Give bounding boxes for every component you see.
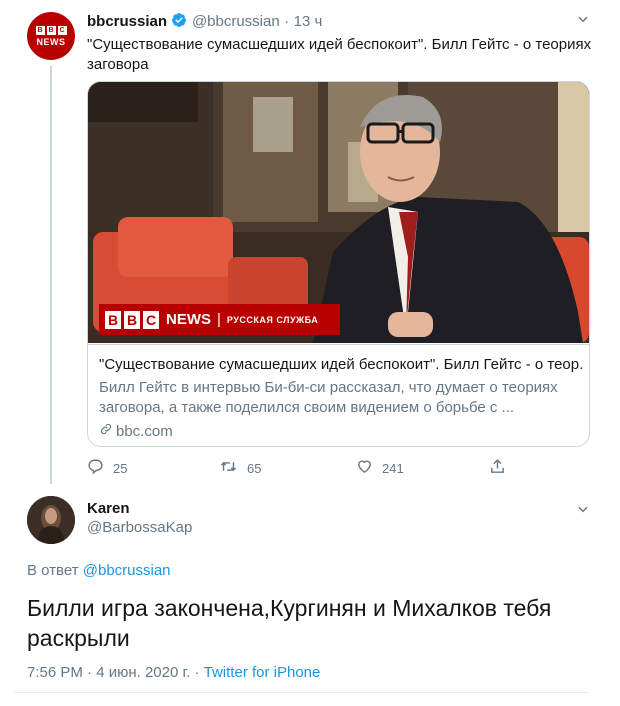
card-description-line: Билл Гейтс в интервью Би-би-си рассказал…: [99, 379, 558, 396]
bbc-news-word: NEWS: [36, 36, 66, 47]
bbc-block: B: [124, 310, 140, 329]
reply-meta: 7:56 PM · 4 июн. 2020 г. · Twitter for i…: [27, 664, 320, 681]
like-icon[interactable]: [356, 458, 373, 478]
reply-header: Karen @BarbossaKap: [87, 500, 192, 536]
verified-badge-icon: [171, 12, 187, 33]
bbc-block: B: [35, 25, 45, 35]
bbc-news-logo-banner: B B C NEWS | РУССКАЯ СЛУЖБА: [99, 304, 340, 335]
chevron-down-icon[interactable]: [576, 12, 590, 29]
in-reply-to: В ответ @bbcrussian: [27, 562, 171, 579]
author-handle[interactable]: @bbcrussian: [192, 13, 280, 30]
bbc-block: C: [57, 25, 67, 35]
logo-divider: |: [217, 311, 221, 328]
bbc-service-label: РУССКАЯ СЛУЖБА: [226, 314, 319, 325]
retweet-icon[interactable]: [219, 458, 238, 478]
reply-text: Билли игра закончена,Кургинян и Михалков…: [27, 593, 587, 653]
card-description-line: заговора, а также поделился своим видени…: [99, 399, 515, 416]
like-count: 241: [382, 460, 404, 476]
card-description: Билл Гейтс в интервью Би-би-си рассказал…: [99, 378, 584, 418]
bbc-block: B: [105, 310, 121, 329]
card-body[interactable]: "Существование сумасшедших идей беспокои…: [88, 344, 589, 440]
card-title: "Существование сумасшедших идей беспокои…: [99, 356, 584, 373]
in-reply-handle-link[interactable]: @bbcrussian: [83, 562, 171, 579]
like-action[interactable]: 241: [356, 458, 404, 478]
divider: [14, 692, 588, 693]
retweet-action[interactable]: 65: [219, 458, 261, 478]
reply-author-handle[interactable]: @BarbossaKap: [87, 519, 192, 536]
bbc-news-label: NEWS: [166, 311, 211, 328]
tweet-header: bbcrussian @bbcrussian · 13 ч: [87, 12, 322, 33]
bbc-logo-blocks: B B C: [35, 25, 67, 35]
tweet-text: "Существование сумасшедших идей беспокои…: [87, 35, 597, 75]
reply-timestamp[interactable]: 7:56 PM · 4 июн. 2020 г.: [27, 664, 190, 681]
share-icon[interactable]: [489, 458, 506, 475]
link-card[interactable]: B B C NEWS | РУССКАЯ СЛУЖБА "Существован…: [87, 81, 590, 447]
bbc-block: B: [46, 25, 56, 35]
tweet-time[interactable]: 13 ч: [294, 13, 323, 30]
card-image[interactable]: B B C NEWS | РУССКАЯ СЛУЖБА: [88, 82, 589, 343]
bbc-avatar[interactable]: B B C NEWS: [27, 12, 75, 60]
reply-source-link[interactable]: Twitter for iPhone: [204, 664, 321, 681]
reply-text-line: Билли игра закончена,Кургинян и Михалков…: [27, 595, 552, 621]
chevron-down-icon[interactable]: [576, 502, 590, 521]
tweet-text-line: "Существование сумасшедших идей беспокои…: [87, 36, 592, 53]
bbc-block: C: [143, 310, 159, 329]
reply-count: 25: [113, 460, 128, 476]
thread-line: [50, 66, 52, 484]
reply-action[interactable]: 25: [87, 458, 127, 478]
karen-avatar[interactable]: [27, 496, 75, 544]
retweet-count: 65: [247, 460, 262, 476]
reply-icon[interactable]: [87, 458, 104, 478]
card-domain-text: bbc.com: [116, 423, 173, 440]
separator-dot: ·: [284, 13, 290, 30]
in-reply-prefix: В ответ: [27, 562, 79, 579]
reply-text-line: раскрыли: [27, 625, 130, 651]
reply-author-name[interactable]: Karen: [87, 500, 192, 517]
link-icon: [99, 422, 113, 442]
separator-dot: ·: [194, 664, 200, 681]
author-name[interactable]: bbcrussian: [87, 13, 167, 30]
card-domain: bbc.com: [99, 422, 173, 442]
tweet-text-line: заговора: [87, 56, 149, 73]
